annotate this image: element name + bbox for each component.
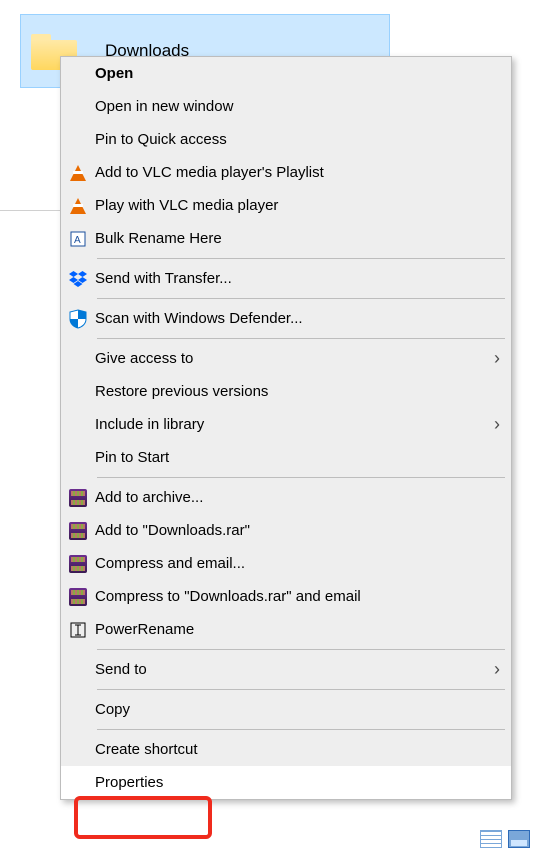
dropbox-icon bbox=[61, 271, 95, 287]
statusbar-view-icons bbox=[480, 830, 530, 848]
menu-item-create-shortcut[interactable]: Create shortcut bbox=[61, 733, 511, 766]
menu-item-bulk-rename[interactable]: A Bulk Rename Here bbox=[61, 222, 511, 255]
menu-item-scan-defender[interactable]: Scan with Windows Defender... bbox=[61, 302, 511, 335]
bulk-rename-icon: A bbox=[61, 231, 95, 247]
tutorial-highlight-box bbox=[74, 796, 212, 839]
vlc-cone-icon bbox=[61, 198, 95, 214]
menu-item-open-new-window[interactable]: Open in new window bbox=[61, 90, 511, 123]
winrar-icon bbox=[61, 489, 95, 507]
menu-item-open-new-window-label: Open in new window bbox=[95, 98, 511, 115]
menu-item-send-transfer-label: Send with Transfer... bbox=[95, 270, 511, 287]
menu-item-power-rename-label: PowerRename bbox=[95, 621, 511, 638]
menu-separator bbox=[97, 649, 505, 650]
svg-text:A: A bbox=[74, 235, 81, 246]
menu-separator bbox=[97, 258, 505, 259]
menu-item-include-library-label: Include in library bbox=[95, 416, 483, 433]
menu-item-pin-quick-access[interactable]: Pin to Quick access bbox=[61, 123, 511, 156]
submenu-chevron-icon: › bbox=[483, 659, 511, 680]
menu-item-pin-start-label: Pin to Start bbox=[95, 449, 511, 466]
menu-item-add-vlc-playlist[interactable]: Add to VLC media player's Playlist bbox=[61, 156, 511, 189]
menu-item-power-rename[interactable]: PowerRename bbox=[61, 613, 511, 646]
menu-item-give-access-to[interactable]: Give access to › bbox=[61, 342, 511, 375]
menu-item-play-vlc[interactable]: Play with VLC media player bbox=[61, 189, 511, 222]
thumbnails-view-icon[interactable] bbox=[508, 830, 530, 848]
menu-item-give-access-to-label: Give access to bbox=[95, 350, 483, 367]
submenu-chevron-icon: › bbox=[483, 348, 511, 369]
menu-item-scan-defender-label: Scan with Windows Defender... bbox=[95, 310, 511, 327]
winrar-icon bbox=[61, 522, 95, 540]
menu-item-open[interactable]: Open bbox=[61, 57, 511, 90]
winrar-icon bbox=[61, 555, 95, 573]
menu-item-pin-quick-access-label: Pin to Quick access bbox=[95, 131, 511, 148]
menu-item-include-library[interactable]: Include in library › bbox=[61, 408, 511, 441]
winrar-icon bbox=[61, 588, 95, 606]
menu-item-add-archive[interactable]: Add to archive... bbox=[61, 481, 511, 514]
menu-item-restore-previous-label: Restore previous versions bbox=[95, 383, 511, 400]
menu-separator bbox=[97, 298, 505, 299]
menu-item-send-transfer[interactable]: Send with Transfer... bbox=[61, 262, 511, 295]
menu-item-add-archive-label: Add to archive... bbox=[95, 489, 511, 506]
menu-item-add-downloads-rar-label: Add to "Downloads.rar" bbox=[95, 522, 511, 539]
menu-item-compress-downloads-email[interactable]: Compress to "Downloads.rar" and email bbox=[61, 580, 511, 613]
menu-item-send-to-label: Send to bbox=[95, 661, 483, 678]
menu-item-create-shortcut-label: Create shortcut bbox=[95, 741, 511, 758]
menu-separator bbox=[97, 477, 505, 478]
details-view-icon[interactable] bbox=[480, 830, 502, 848]
menu-item-add-vlc-playlist-label: Add to VLC media player's Playlist bbox=[95, 164, 511, 181]
explorer-border-line bbox=[0, 210, 60, 211]
menu-item-send-to[interactable]: Send to › bbox=[61, 653, 511, 686]
submenu-chevron-icon: › bbox=[483, 414, 511, 435]
menu-separator bbox=[97, 729, 505, 730]
menu-item-compress-email-label: Compress and email... bbox=[95, 555, 511, 572]
defender-shield-icon bbox=[61, 309, 95, 329]
menu-item-compress-downloads-email-label: Compress to "Downloads.rar" and email bbox=[95, 588, 511, 605]
menu-item-bulk-rename-label: Bulk Rename Here bbox=[95, 230, 511, 247]
menu-item-copy-label: Copy bbox=[95, 701, 511, 718]
powerrename-icon bbox=[61, 622, 95, 638]
menu-item-open-label: Open bbox=[95, 65, 511, 82]
menu-item-copy[interactable]: Copy bbox=[61, 693, 511, 726]
menu-separator bbox=[97, 338, 505, 339]
menu-item-restore-previous[interactable]: Restore previous versions bbox=[61, 375, 511, 408]
vlc-cone-icon bbox=[61, 165, 95, 181]
menu-item-properties[interactable]: Properties bbox=[61, 766, 511, 799]
menu-item-properties-label: Properties bbox=[95, 774, 511, 791]
menu-item-pin-start[interactable]: Pin to Start bbox=[61, 441, 511, 474]
menu-separator bbox=[97, 689, 505, 690]
menu-item-add-downloads-rar[interactable]: Add to "Downloads.rar" bbox=[61, 514, 511, 547]
menu-item-compress-email[interactable]: Compress and email... bbox=[61, 547, 511, 580]
menu-item-play-vlc-label: Play with VLC media player bbox=[95, 197, 511, 214]
folder-context-menu: Open Open in new window Pin to Quick acc… bbox=[60, 56, 512, 800]
